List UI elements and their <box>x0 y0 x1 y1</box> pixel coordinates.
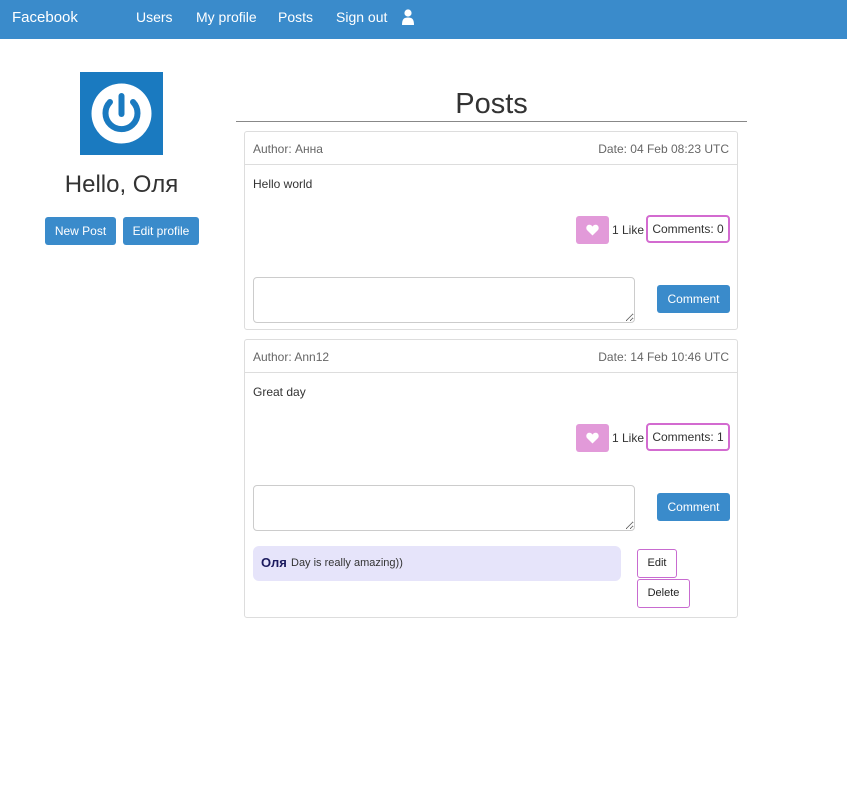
nav-sign-out[interactable]: Sign out <box>336 9 387 25</box>
brand-link[interactable]: Facebook <box>12 9 78 26</box>
comment-text: Day is really amazing)) <box>291 557 403 569</box>
heart-icon <box>586 224 599 236</box>
comment-submit-button[interactable]: Comment <box>657 285 730 313</box>
profile-avatar <box>80 72 163 155</box>
post-date: Date: 14 Feb 10:46 UTC <box>598 350 729 364</box>
post-author: Author: Ann12 <box>253 350 330 364</box>
post-body: Hello world <box>253 177 313 191</box>
comment-author: Оля <box>261 555 287 570</box>
comments-toggle-button[interactable]: Comments: 0 <box>646 215 730 243</box>
comment-input[interactable] <box>253 277 635 323</box>
power-icon <box>91 83 152 144</box>
page-title: Posts <box>455 88 528 120</box>
post-card: Author: Ann12 Date: 14 Feb 10:46 UTC Gre… <box>244 339 738 618</box>
top-navbar: Facebook Users My profile Posts Sign out <box>0 0 847 39</box>
comment-submit-button[interactable]: Comment <box>657 493 730 521</box>
nav-users[interactable]: Users <box>136 9 173 25</box>
profile-greeting: Hello, Оля <box>64 171 179 198</box>
post-body: Great day <box>253 385 306 399</box>
comments-toggle-button[interactable]: Comments: 1 <box>646 423 730 451</box>
nav-my-profile[interactable]: My profile <box>196 9 257 25</box>
post-author: Author: Анна <box>253 142 323 156</box>
post-card: Author: Анна Date: 04 Feb 08:23 UTC Hell… <box>244 131 738 330</box>
post-header: Author: Анна Date: 04 Feb 08:23 UTC <box>245 132 737 165</box>
user-icon[interactable] <box>401 9 415 25</box>
heart-icon <box>586 432 599 444</box>
nav-posts[interactable]: Posts <box>278 9 313 25</box>
comment-item: Оля Day is really amazing)) <box>253 546 621 581</box>
new-post-button[interactable]: New Post <box>45 217 116 245</box>
like-count: 1 Like <box>612 431 645 445</box>
post-header: Author: Ann12 Date: 14 Feb 10:46 UTC <box>245 340 737 373</box>
like-button[interactable] <box>576 424 609 452</box>
edit-profile-button[interactable]: Edit profile <box>123 217 199 245</box>
delete-comment-button[interactable]: Delete <box>637 579 690 608</box>
post-date: Date: 04 Feb 08:23 UTC <box>598 142 729 156</box>
like-count: 1 Like <box>612 223 645 237</box>
like-button[interactable] <box>576 216 609 244</box>
title-divider <box>236 121 747 122</box>
comment-input[interactable] <box>253 485 635 531</box>
edit-comment-button[interactable]: Edit <box>637 549 677 578</box>
